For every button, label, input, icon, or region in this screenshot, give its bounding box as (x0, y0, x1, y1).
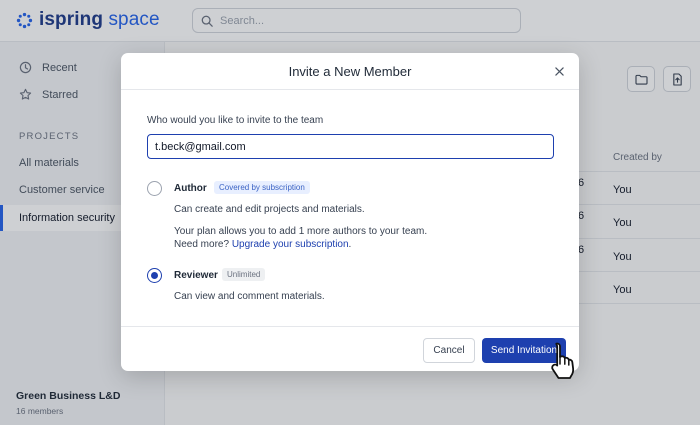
role-name: Reviewer (174, 270, 218, 281)
invite-question-label: Who would you like to invite to the team (147, 115, 324, 126)
close-button[interactable] (551, 63, 567, 79)
role-description: Can create and edit projects and materia… (174, 204, 365, 215)
hand-pointer-icon (551, 342, 575, 379)
email-input[interactable] (147, 134, 554, 159)
author-radio[interactable] (147, 181, 162, 196)
reviewer-radio[interactable] (147, 268, 162, 283)
dialog-header: Invite a New Member (121, 53, 579, 90)
upgrade-suffix: . (348, 239, 352, 250)
upgrade-prompt: Need more? Upgrade your subscription. (174, 238, 427, 251)
role-name: Author (174, 183, 207, 194)
unlimited-badge: Unlimited (222, 268, 266, 281)
dialog-footer: Cancel Send Invitation (121, 326, 579, 371)
author-limit-text: Your plan allows you to add 1 more autho… (174, 226, 428, 237)
author-limit-note: Your plan allows you to add 1 more autho… (174, 225, 427, 251)
role-description: Can view and comment materials. (174, 291, 325, 302)
invite-member-dialog: Invite a New Member Who would you like t… (121, 53, 579, 371)
subscription-badge: Covered by subscription (214, 181, 310, 194)
upgrade-prefix: Need more? (174, 239, 230, 250)
dialog-title: Invite a New Member (288, 64, 412, 79)
close-icon (554, 66, 564, 76)
cancel-button[interactable]: Cancel (423, 338, 475, 363)
upgrade-subscription-link[interactable]: Upgrade your subscription (232, 239, 349, 250)
